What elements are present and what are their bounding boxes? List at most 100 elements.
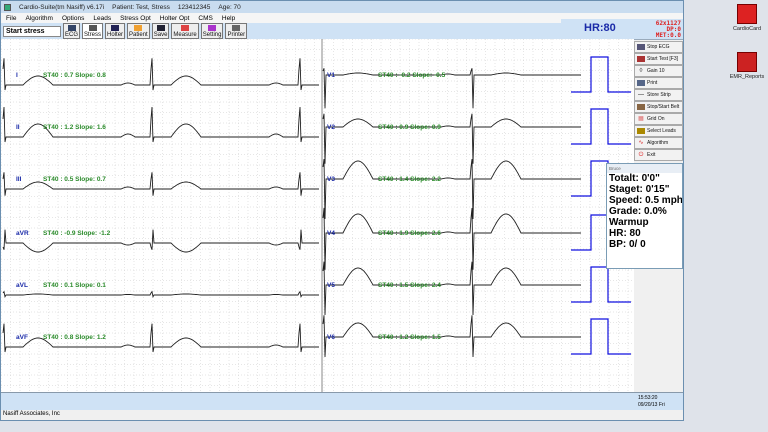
patient-age: Age: 70 <box>218 3 241 11</box>
company-name: Nasiff Associates, Inc <box>3 411 60 417</box>
ecg-button[interactable]: ECG <box>63 23 81 39</box>
menu-algorithm[interactable]: Algorithm <box>25 15 52 22</box>
status-bar: 15:53:20 09/20/13 Fri <box>1 392 683 410</box>
setting-label: Setting <box>202 32 222 38</box>
leads-icon <box>637 128 645 134</box>
menu-cms[interactable]: CMS <box>198 15 212 22</box>
calibration-pulse <box>571 108 631 145</box>
save-label: Save <box>153 32 168 38</box>
gain-button[interactable]: ◊ Gain 10 <box>634 65 683 77</box>
printer-icon <box>637 80 645 86</box>
app-icon <box>4 3 11 11</box>
ecg-icon <box>67 25 76 31</box>
grid-on-button[interactable]: ▦ Grid On <box>634 113 683 125</box>
lead-label-III: III <box>16 176 22 183</box>
menu-holter-opt[interactable]: Holter Opt <box>160 15 190 22</box>
label: CardioCard <box>732 26 762 32</box>
menu-stress-opt[interactable]: Stress Opt <box>120 15 151 22</box>
desktop-icon-emr-reports[interactable]: EMR_Reports <box>722 52 768 80</box>
exit-button[interactable]: ⏻ Exit <box>634 149 683 161</box>
label: Gain 10 <box>647 68 665 74</box>
patient-button[interactable]: Patient <box>127 23 150 39</box>
st-measurement-III: ST40 : 0.5 Slope: 0.7 <box>43 176 106 183</box>
st-measurement-V6: ST40 : 1.2 Slope: 1.5 <box>378 334 441 341</box>
lead-label-aVF: aVF <box>16 334 28 341</box>
st-measurement-I: ST40 : 0.7 Slope: 0.8 <box>43 72 106 79</box>
bruce-hr: HR: 80 <box>609 228 641 239</box>
label: Print <box>647 80 658 86</box>
label: Exit <box>647 152 656 158</box>
st-measurement-V1: ST40 : -0.2 Slope: -0.5 <box>378 72 446 79</box>
status-field: Start stress <box>3 25 61 37</box>
st-measurement-V3: ST40 : 1.4 Slope: 2.2 <box>378 176 441 183</box>
heart-rate: HR:80 <box>584 22 616 34</box>
save-button[interactable]: Save <box>151 23 170 39</box>
bruce-protocol-panel: Bruce Totalt: 0'0" Staget: 0'15" Speed: … <box>606 163 683 269</box>
st-measurement-V2: ST40 : 0.9 Slope: 0.9 <box>378 124 441 131</box>
lead-label-V3: V3 <box>327 176 335 183</box>
power-icon: ⏻ <box>638 152 644 158</box>
label: Store Strip <box>647 92 671 98</box>
ecg-label: ECG <box>65 32 79 38</box>
print-button[interactable]: Print <box>634 77 683 89</box>
stress-button[interactable]: Stress <box>82 23 104 39</box>
printer-icon <box>232 25 241 31</box>
stop-start-belt-button[interactable]: Stop/Start Belt <box>634 101 683 113</box>
label: Select Leads <box>647 128 676 134</box>
measure-icon <box>181 25 190 31</box>
st-measurement-aVL: ST40 : 0.1 Slope: 0.1 <box>43 282 106 289</box>
hr-panel: HR:80 62x1127 DP:0 MET:0.0 <box>561 19 683 39</box>
lead-label-aVR: aVR <box>16 230 29 237</box>
label: Start Test [F3] <box>647 56 679 62</box>
time: 15:53:20 <box>638 395 658 401</box>
holter-button[interactable]: Holter <box>105 23 126 39</box>
label: Algorithm <box>647 140 669 146</box>
holter-icon <box>111 25 120 31</box>
speed: Speed: 0.5 mph <box>609 195 682 206</box>
blood-pressure: BP: 0/ 0 <box>609 239 646 250</box>
lead-label-I: I <box>16 72 18 79</box>
calibration-pulse <box>571 56 631 93</box>
algorithm-button[interactable]: ∿ Algorithm <box>634 137 683 149</box>
measure-label: Measure <box>173 32 197 38</box>
menu-options[interactable]: Options <box>62 15 84 22</box>
calibration-pulse <box>571 318 631 355</box>
app-window: Cardio-Suite(tm Nasiff) v6.17i Patient: … <box>0 0 684 421</box>
label: Stop/Start Belt <box>647 104 680 110</box>
printer-button[interactable]: Printer <box>225 23 248 39</box>
st-measurement-aVR: ST40 : -0.9 Slope: -1.2 <box>43 230 111 237</box>
select-leads-button[interactable]: Select Leads <box>634 125 683 137</box>
grade: Grade: 0.0% <box>609 206 667 217</box>
stress-label: Stress <box>84 32 102 38</box>
lead-label-V4: V4 <box>327 230 335 237</box>
store-strip-button[interactable]: — Store Strip <box>634 89 683 101</box>
patient-id: 123412345 <box>177 3 211 11</box>
cardiocard-icon <box>737 4 757 24</box>
patient-icon <box>134 25 143 31</box>
menu-file[interactable]: File <box>6 15 16 22</box>
lead-label-V5: V5 <box>327 282 335 289</box>
app-title: Cardio-Suite(tm Nasiff) v6.17i <box>19 3 105 11</box>
measure-button[interactable]: Measure <box>171 23 199 39</box>
desktop-icon-cardiocard[interactable]: CardioCard <box>722 4 768 32</box>
strip-icon: — <box>638 92 644 98</box>
gain-icon: ◊ <box>639 68 643 74</box>
menu-help[interactable]: Help <box>222 15 235 22</box>
lead-label-V1: V1 <box>327 72 335 79</box>
waveform-icon: ∿ <box>638 140 644 146</box>
side-buttons: Stop ECG Start Test [F3] ◊ Gain 10 Print … <box>634 41 683 161</box>
stop-ecg-button[interactable]: Stop ECG <box>634 41 683 53</box>
grid-icon: ▦ <box>638 116 644 122</box>
start-test-button[interactable]: Start Test [F3] <box>634 53 683 65</box>
setting-button[interactable]: Setting <box>200 23 224 39</box>
lead-label-V6: V6 <box>327 334 335 341</box>
label: Stop ECG <box>647 44 670 50</box>
stage-time: Staget: 0'15" <box>609 184 670 195</box>
lead-label-V2: V2 <box>327 124 335 131</box>
stress-icon <box>88 25 97 31</box>
clock: 15:53:20 09/20/13 Fri <box>638 395 665 409</box>
belt-icon <box>637 104 645 110</box>
st-measurement-II: ST40 : 1.2 Slope: 1.6 <box>43 124 106 131</box>
printer-label: Printer <box>227 32 246 38</box>
menu-leads[interactable]: Leads <box>93 15 111 22</box>
